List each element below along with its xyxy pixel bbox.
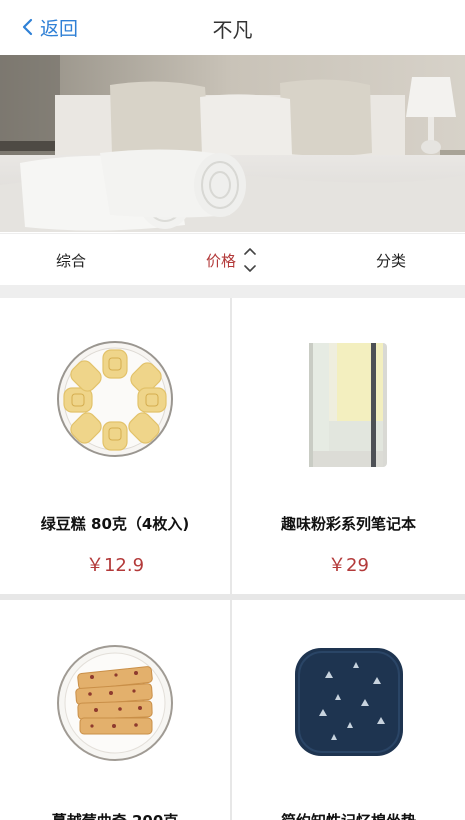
product-card[interactable]: 简约知性记忆棉坐垫 xyxy=(232,600,465,820)
product-price: ￥29 xyxy=(328,555,369,576)
section-divider xyxy=(0,285,465,298)
sort-price-tab[interactable]: 价格 xyxy=(206,250,236,271)
product-image-cranberry-cookie xyxy=(57,645,173,761)
product-card[interactable]: 绿豆糕 80克（4枚入) ￥12.9 xyxy=(0,298,230,594)
top-nav-bar: 返回 不凡 xyxy=(0,0,465,55)
sort-up-down-icon[interactable] xyxy=(243,247,257,273)
product-card[interactable]: 蔓越莓曲奇 200克 xyxy=(0,600,230,820)
page-title: 不凡 xyxy=(212,18,253,42)
product-name: 蔓越莓曲奇 200克 xyxy=(0,810,230,820)
product-name: 简约知性记忆棉坐垫 xyxy=(232,810,465,820)
sort-comprehensive-tab[interactable]: 综合 xyxy=(56,250,86,271)
product-image-seat-cushion xyxy=(294,648,403,756)
product-card[interactable]: 趣味粉彩系列笔记本 ￥29 xyxy=(232,298,465,594)
sort-bar: 综合 价格 分类 xyxy=(0,233,465,285)
product-image-mung-bean-cake xyxy=(57,341,173,457)
product-price: ￥12.9 xyxy=(85,555,145,576)
product-image-notebook xyxy=(308,343,387,467)
hero-banner xyxy=(0,55,465,232)
product-grid: 绿豆糕 80克（4枚入) ￥12.9 趣味粉彩系列笔记本 ￥29 xyxy=(0,298,465,820)
sort-category-tab[interactable]: 分类 xyxy=(376,250,406,271)
product-name: 绿豆糕 80克（4枚入) xyxy=(40,515,190,533)
product-name: 趣味粉彩系列笔记本 xyxy=(280,515,416,533)
